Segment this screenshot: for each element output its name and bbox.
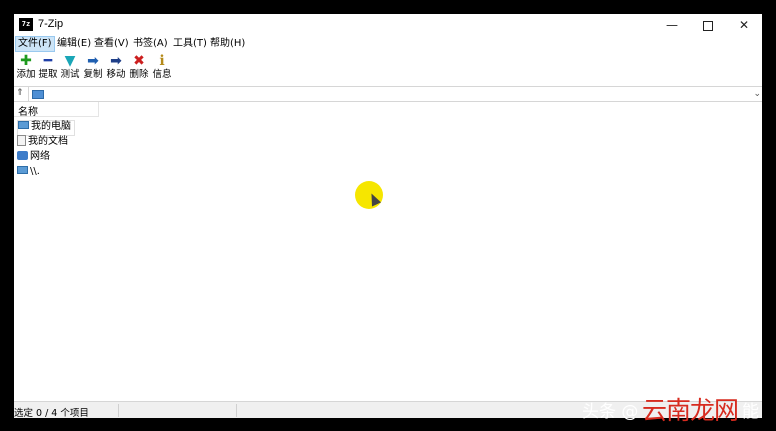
minimize-button[interactable]: — [654, 14, 690, 36]
column-header-name[interactable]: 名称 [14, 102, 99, 118]
computer-icon [32, 90, 44, 99]
list-item[interactable]: 网络 [17, 150, 53, 164]
network-icon [17, 150, 28, 160]
menu-bookmarks[interactable]: 书签(A) [131, 37, 170, 51]
menu-bar: 文件(F) 编辑(E) 查看(V) 书签(A) 工具(T) 帮助(H) [14, 36, 762, 52]
minus-icon: ━ [43, 53, 53, 69]
menu-file[interactable]: 文件(F) [15, 36, 55, 52]
up-folder-icon[interactable]: ⇑ [16, 88, 24, 98]
file-list[interactable]: 名称 我的电脑 我的文档 网络 \\. [14, 102, 762, 401]
document-icon [17, 134, 26, 146]
address-bar: ⇑ ⌄ [14, 86, 762, 102]
toolbar: ✚ 添加 ━ 提取 ▼ 测试 ➡ 复制 ➡ 移动 ✖ 删除 ℹ 信息 [14, 52, 762, 84]
menu-edit[interactable]: 编辑(E) [55, 37, 93, 51]
window-title: 7-Zip [38, 18, 64, 30]
list-item-label: 网络 [30, 151, 50, 162]
info-icon: ℹ [159, 53, 165, 69]
status-selection-text: 选定 0 / 4 个项目 [14, 408, 89, 418]
list-item[interactable]: 我的文档 [17, 134, 71, 149]
address-input[interactable]: ⌄ [28, 87, 762, 101]
chevron-down-icon[interactable]: ⌄ [753, 87, 761, 101]
list-item[interactable]: \\. [17, 165, 43, 179]
list-item-label: 我的电脑 [31, 121, 71, 132]
device-icon [17, 166, 28, 174]
column-header-label: 名称 [18, 107, 38, 118]
computer-icon [18, 121, 29, 129]
watermark-suffix: 能 [742, 402, 759, 422]
close-button[interactable]: ✕ [726, 14, 762, 36]
title-bar[interactable]: 7z 7-Zip — ✕ [14, 14, 762, 36]
menu-view[interactable]: 查看(V) [92, 37, 131, 51]
check-icon: ▼ [64, 53, 76, 69]
maximize-icon [703, 20, 713, 31]
7zip-window: 7z 7-Zip — ✕ 文件(F) 编辑(E) 查看(V) 书签(A) 工具(… [14, 14, 762, 418]
watermark-brand: 云南龙网 [642, 396, 739, 425]
menu-help[interactable]: 帮助(H) [208, 37, 247, 51]
menu-tools[interactable]: 工具(T) [171, 37, 209, 51]
info-label: 信息 [152, 69, 172, 80]
plus-icon: ✚ [20, 53, 32, 69]
move-arrow-icon: ➡ [110, 53, 122, 69]
list-item-label: \\. [30, 166, 40, 177]
maximize-button[interactable] [690, 14, 726, 36]
delete-icon: ✖ [133, 53, 145, 69]
watermark-prefix: 头条 @ [582, 402, 639, 422]
copy-arrow-icon: ➡ [87, 53, 99, 69]
watermark: 头条 @ 云南龙网 能 [580, 393, 776, 425]
status-divider [118, 404, 119, 417]
info-button[interactable]: ℹ 信息 [151, 54, 173, 82]
list-item-label: 我的文档 [28, 136, 68, 147]
app-7zip-icon: 7z [19, 18, 33, 31]
status-divider [236, 404, 237, 417]
